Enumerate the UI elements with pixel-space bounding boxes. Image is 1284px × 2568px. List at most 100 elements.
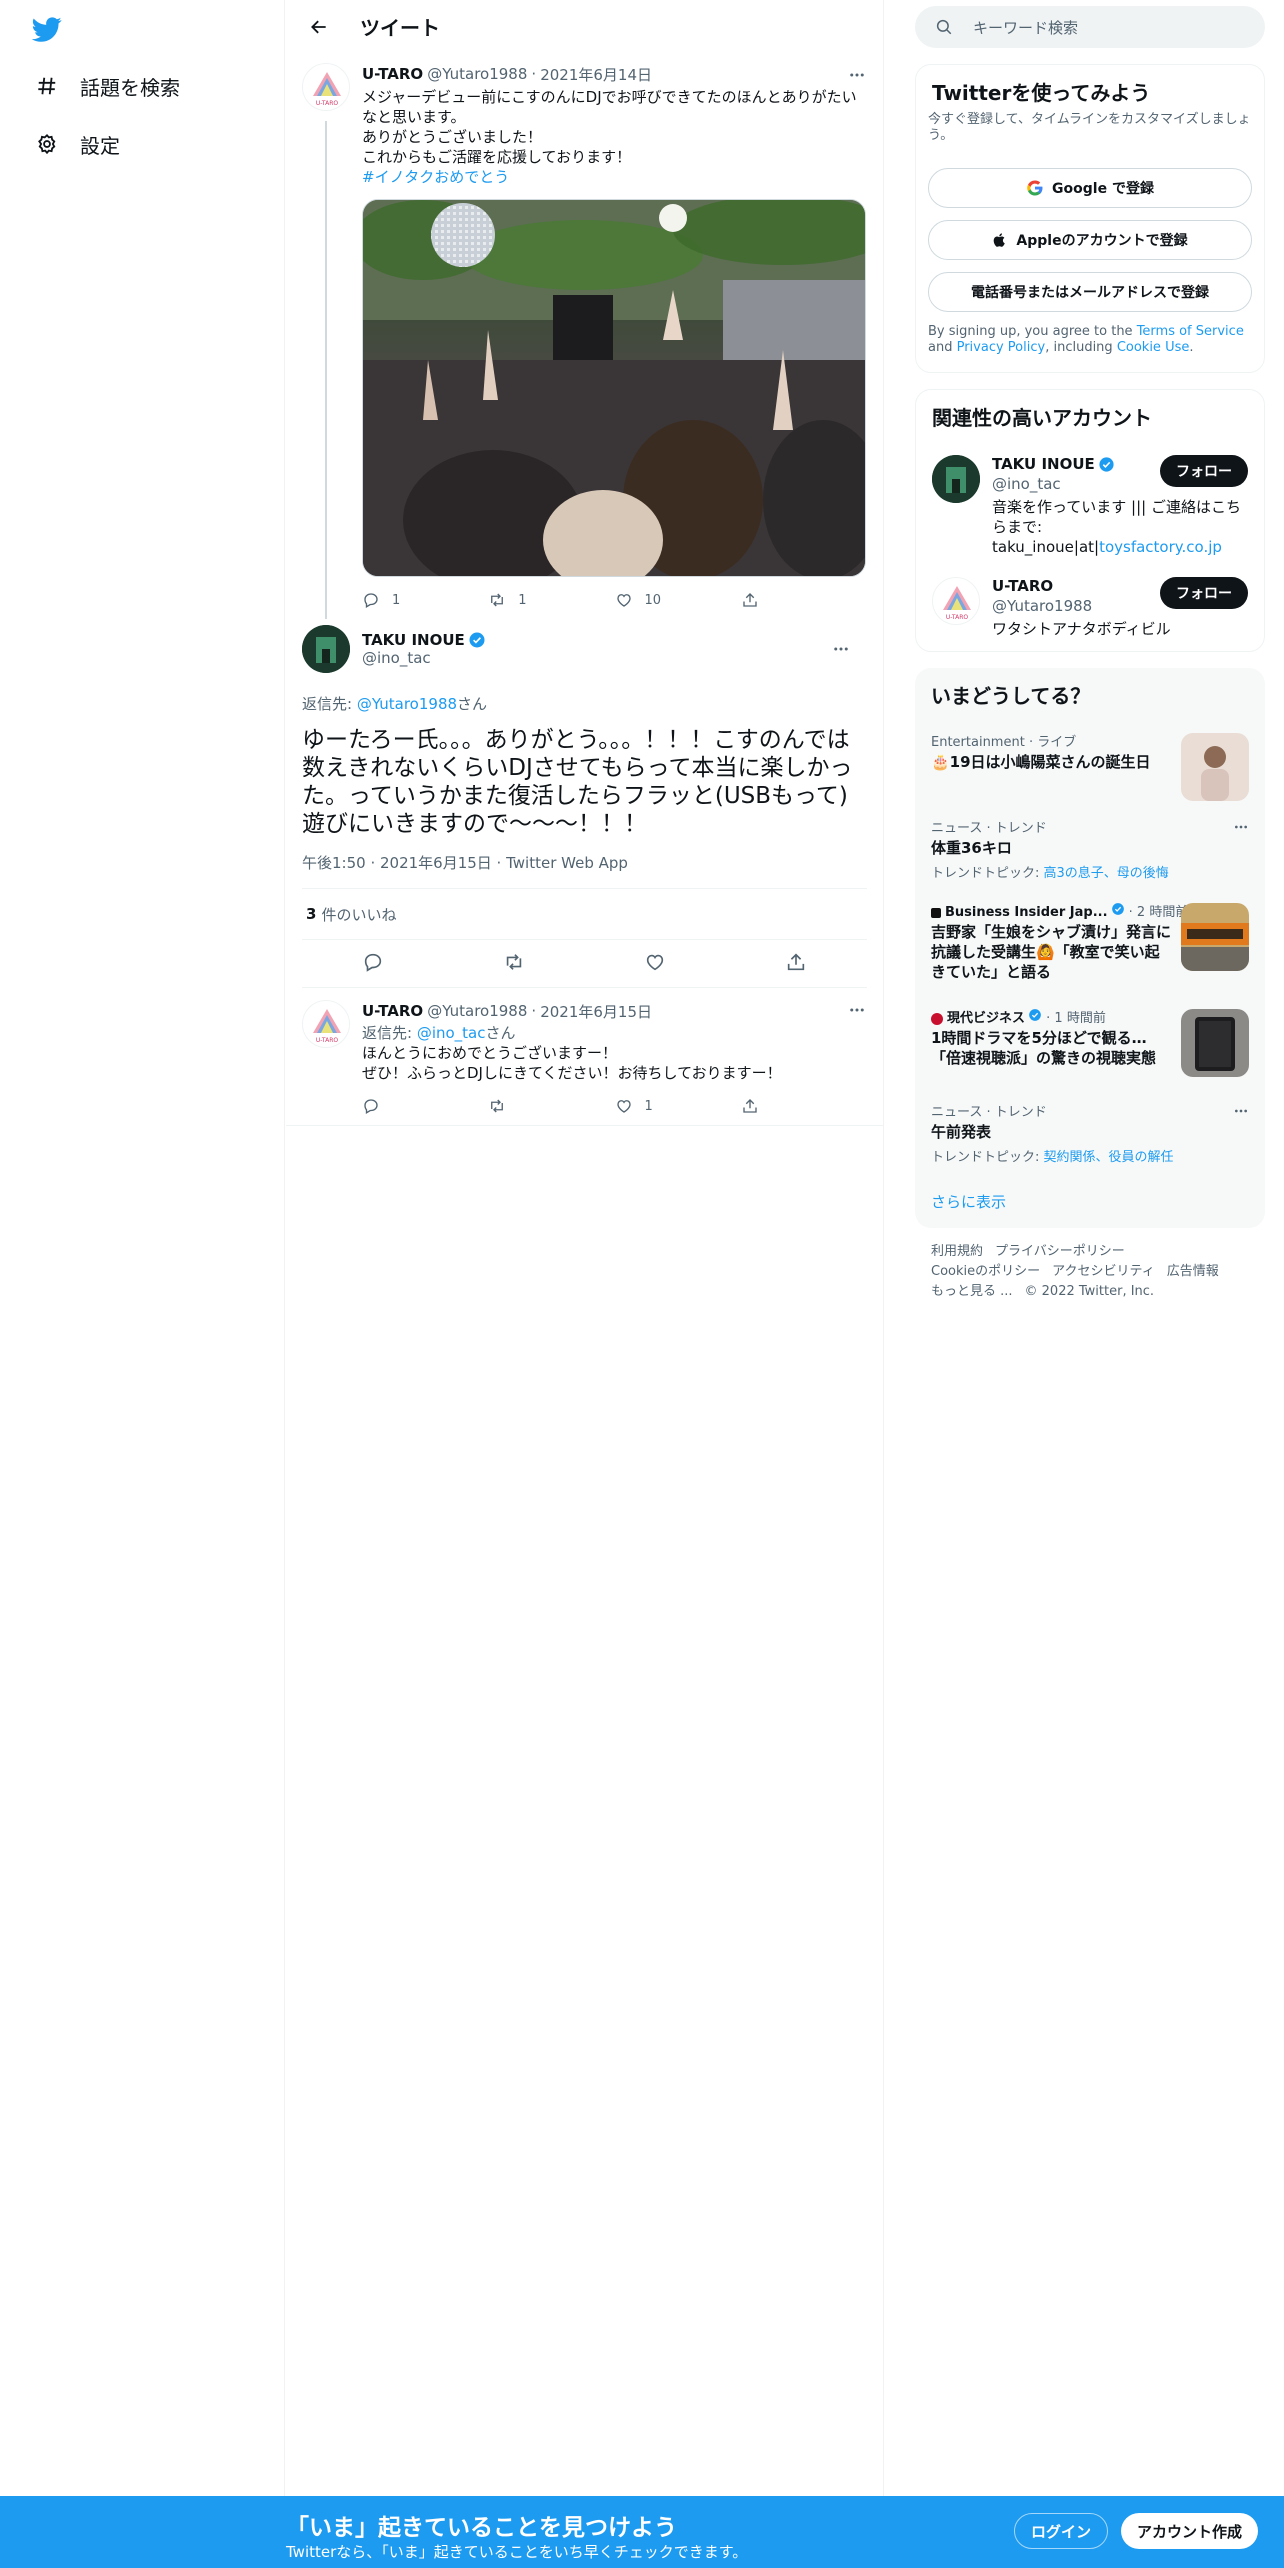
like-icon — [616, 594, 631, 607]
svg-text:U-TARO: U-TARO — [316, 100, 338, 107]
topic-link[interactable]: 契約関係、役員の解任 — [1044, 1150, 1174, 1165]
cookie-use-link[interactable]: Cookie Use — [1117, 340, 1190, 355]
trend-title: 吉野家「生娘をシャブ漬け」発言に抗議した受講生🙆「教室で笑い起きていた」と語る — [931, 923, 1172, 981]
nav-settings[interactable]: 設定 — [34, 124, 120, 164]
apple-signup-button[interactable]: Appleのアカウントで登録 — [928, 220, 1252, 260]
trend-item[interactable]: ニュース · トレンド 体重36キロ トレンドトピック: 高3の息子、母の後悔 — [915, 807, 1265, 891]
signup-terms: By signing up, you agree to the Terms of… — [928, 324, 1252, 356]
tweet-reply[interactable]: U-TARO U-TARO @Yutaro1988 · 2021年6月15日 返… — [286, 988, 883, 1126]
tweet-meta[interactable]: 午後1:50 · 2021年6月15日 · Twitter Web App — [302, 852, 867, 874]
footer-ads[interactable]: 広告情報 — [1167, 1264, 1219, 1279]
more-button[interactable] — [1233, 819, 1249, 839]
more-button[interactable] — [847, 1000, 867, 1020]
retweet-button[interactable] — [488, 1097, 614, 1115]
privacy-policy-link[interactable]: Privacy Policy — [957, 340, 1046, 355]
topic-label: トレンドトピック: — [931, 866, 1044, 881]
separator: · — [531, 65, 537, 83]
tweet-parent[interactable]: U-TARO U-TARO @Yutaro1988 · 2021年6月14日 メ… — [286, 53, 883, 619]
bottom-signup-bar: 「いま」起きていることを見つけよう Twitterなら、「いま」起きていることを… — [0, 2496, 1284, 2568]
follow-button[interactable]: フォロー — [1160, 455, 1248, 487]
phone-email-signup-button[interactable]: 電話番号またはメールアドレスで登録 — [928, 272, 1252, 312]
trend-context: ニュース · トレンド — [931, 821, 1047, 836]
share-button[interactable] — [785, 951, 807, 977]
author-handle[interactable]: @ino_tac — [362, 649, 486, 667]
login-button[interactable]: ログイン — [1014, 2513, 1109, 2549]
like-button[interactable]: 10 — [615, 591, 741, 609]
trend-item[interactable]: ニュース · トレンド 午前発表 トレンドトピック: 契約関係、役員の解任 — [915, 1091, 1265, 1175]
show-more-link[interactable]: さらに表示 — [915, 1175, 1265, 1228]
search-placeholder: キーワード検索 — [973, 18, 1079, 37]
tweet-photo[interactable] — [362, 199, 866, 577]
footer-privacy[interactable]: プライバシーポリシー — [995, 1244, 1125, 1259]
more-button[interactable] — [831, 639, 851, 659]
focal-header: TAKU INOUE @ino_tac — [302, 619, 867, 679]
twitter-logo-icon[interactable] — [31, 14, 64, 46]
register-button[interactable]: アカウント作成 — [1121, 2513, 1259, 2549]
author-name[interactable]: TAKU INOUE — [362, 631, 465, 649]
apple-icon — [992, 231, 1008, 249]
reply-prefix: 返信先: — [362, 1024, 417, 1042]
footer-accessibility[interactable]: アクセシビリティ — [1052, 1264, 1155, 1279]
tweet-date[interactable]: 2021年6月15日 — [540, 1001, 652, 1022]
google-icon — [1026, 179, 1044, 197]
share-button[interactable] — [741, 591, 867, 609]
main-header: ツイート — [286, 0, 883, 53]
like-button[interactable]: 1 — [615, 1097, 741, 1115]
reply-button[interactable] — [362, 1097, 488, 1115]
retweet-count: 1 — [518, 592, 527, 608]
trend-topic: トレンドトピック: 契約関係、役員の解任 — [931, 1146, 1249, 1165]
author-handle[interactable]: @Yutaro1988 — [427, 65, 527, 83]
like-button[interactable] — [644, 951, 666, 977]
reply-to-link[interactable]: @Yutaro1988 — [357, 695, 457, 713]
nav-explore[interactable]: 話題を検索 — [34, 66, 180, 106]
verified-icon — [1098, 456, 1115, 473]
reply-button[interactable] — [362, 951, 384, 977]
topic-label: トレンドトピック: — [931, 1150, 1044, 1165]
left-nav: 話題を検索 設定 — [0, 0, 285, 2568]
google-signup-button[interactable]: Google で登録 — [928, 168, 1252, 208]
reply-suffix: さん — [485, 1024, 516, 1042]
tweet-actions: 1 — [362, 1087, 867, 1125]
avatar-taku[interactable] — [932, 455, 980, 503]
likes-stat[interactable]: 3 件のいいね — [302, 888, 867, 940]
share-button[interactable] — [741, 1097, 867, 1115]
bio-link[interactable]: toysfactory.co.jp — [1099, 538, 1222, 556]
more-button[interactable] — [1233, 1103, 1249, 1123]
related-account[interactable]: TAKU INOUE @ino_tac 音楽を作っています ||| ご連絡はこち… — [916, 443, 1264, 565]
bottom-bar-subtitle: Twitterなら、「いま」起きていることをいち早くチェックできます。 — [286, 2543, 748, 2561]
tweet-date[interactable]: 2021年6月14日 — [540, 64, 652, 85]
right-column: キーワード検索 Twitterを使ってみよう 今すぐ登録して、タイムラインをカス… — [915, 0, 1265, 1316]
avatar-utaro[interactable]: U-TARO — [932, 577, 980, 625]
reply-to-link[interactable]: @ino_tac — [417, 1024, 486, 1042]
trend-title: 🎂19日は小嶋陽菜さんの誕生日 — [931, 753, 1151, 771]
hashtag-link[interactable]: #イノタクおめでとう — [362, 167, 867, 187]
author-handle[interactable]: @Yutaro1988 — [427, 1002, 527, 1020]
account-bio: 音楽を作っています ||| ご連絡はこちらまで: taku_inoue|at|t… — [992, 497, 1248, 557]
author-name[interactable]: U-TARO — [362, 1002, 423, 1020]
footer-cookie[interactable]: Cookieのポリシー — [931, 1264, 1040, 1279]
footer-links: 利用規約 プライバシーポリシー Cookieのポリシー アクセシビリティ 広告情報 も… — [915, 1228, 1265, 1316]
trend-item[interactable]: 現代ビジネス · 1 時間前 1時間ドラマを5分ほどで観る…「倍速視聴派」の驚き… — [915, 997, 1265, 1091]
trend-item[interactable]: Entertainment · ライブ 🎂19日は小嶋陽菜さんの誕生日 — [915, 721, 1265, 807]
topic-link[interactable]: 高3の息子、母の後悔 — [1044, 866, 1169, 881]
author-name[interactable]: U-TARO — [362, 65, 423, 83]
terms-of-service-link[interactable]: Terms of Service — [1137, 324, 1244, 339]
gear-icon — [34, 131, 60, 157]
trend-item[interactable]: Business Insider Jap... · 2 時間前 吉野家「生娘をシ… — [915, 891, 1265, 997]
footer-terms[interactable]: 利用規約 — [931, 1244, 983, 1259]
more-button[interactable] — [847, 65, 867, 85]
related-account[interactable]: U-TARO U-TARO @Yutaro1988 ワタシトアナタボディビル フ… — [916, 565, 1264, 651]
footer-more[interactable]: もっと見る ... — [931, 1284, 1013, 1299]
tweet-text: ほんとうにおめでとうございますー！ ぜひ！ふらっとDJしにきてください！お待ちし… — [362, 1044, 782, 1082]
hashtag[interactable]: #イノタクおめでとう — [362, 168, 509, 186]
search-input[interactable]: キーワード検索 — [915, 6, 1265, 48]
back-button[interactable] — [302, 10, 336, 44]
retweet-button[interactable] — [503, 951, 525, 977]
avatar-taku[interactable] — [302, 625, 350, 673]
follow-button[interactable]: フォロー — [1160, 577, 1248, 609]
retweet-button[interactable]: 1 — [488, 591, 614, 609]
reply-button[interactable]: 1 — [362, 591, 488, 609]
avatar-utaro[interactable]: U-TARO — [302, 63, 350, 111]
avatar-utaro[interactable]: U-TARO — [302, 1000, 350, 1048]
tweet-text: ゆーたろー氏。。。ありがとう。。。！！！こすのんでは数えきれないくらいDJさせて… — [302, 727, 853, 837]
